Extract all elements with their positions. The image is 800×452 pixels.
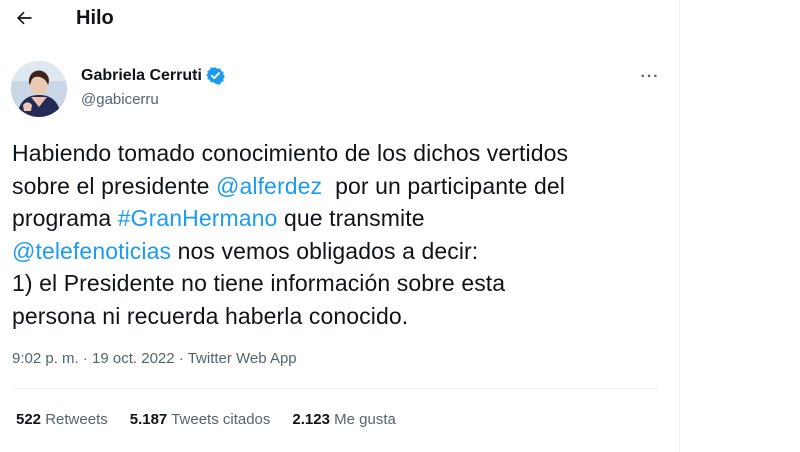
avatar[interactable] [11, 61, 67, 117]
likes-stat[interactable]: 2.123 Me gusta [292, 411, 395, 428]
more-options-button[interactable]: ··· [638, 65, 662, 89]
divider [12, 388, 659, 389]
mention-link[interactable]: @telefenoticias [12, 238, 171, 264]
tweet-line: @telefenoticias nos vemos obligados a de… [12, 235, 672, 268]
author-name[interactable]: Gabriela Cerruti [81, 67, 202, 85]
tweet-source[interactable]: Twitter Web App [188, 350, 297, 367]
retweets-count: 522 [16, 411, 42, 428]
tweet-text-segment: nos vemos obligados a decir: [171, 237, 479, 264]
quotes-label: Tweets citados [171, 411, 271, 428]
tweet-line: sobre el presidente @alferdez por un par… [12, 170, 672, 203]
author-name-row: Gabriela Cerruti [81, 66, 225, 85]
hashtag-link[interactable]: #GranHermano [118, 205, 278, 231]
tweet-stats: 522 Retweets 5.187 Tweets citados 2.123 … [16, 411, 396, 428]
avatar-image [11, 61, 67, 117]
mention-link[interactable]: @alferdez [216, 173, 322, 199]
quote-tweets-stat[interactable]: 5.187 Tweets citados [130, 411, 271, 428]
tweet-author: Gabriela Cerruti @gabicerru ··· [11, 61, 661, 121]
tweet-text: Habiendo tomado conocimiento de los dich… [12, 137, 672, 332]
author-handle[interactable]: @gabicerru [81, 91, 159, 108]
tweet-text-segment: por un participante del [322, 172, 565, 199]
tweet-line: persona ni recuerda haberla conocido. [12, 302, 409, 329]
thread-header: Hilo [0, 0, 679, 40]
meta-separator: · [78, 350, 93, 367]
quotes-count: 5.187 [129, 411, 168, 428]
more-horizontal-icon: ··· [640, 68, 660, 85]
tweet-line: programa #GranHermano que transmite [12, 202, 672, 235]
tweet-text-segment: programa [12, 205, 118, 231]
tweet-date[interactable]: 19 oct. 2022 [92, 350, 175, 367]
retweets-label: Retweets [45, 411, 108, 428]
thread-column: Hilo Gabriela Cerruti @gabicerru ··· Hab… [0, 0, 680, 452]
retweets-stat[interactable]: 522 Retweets [16, 411, 108, 428]
page-title: Hilo [76, 7, 114, 29]
verified-badge-icon [206, 67, 225, 85]
tweet-line: Habiendo tomado conocimiento de los dich… [12, 140, 569, 166]
tweet-line: 1) el Presidente no tiene información so… [12, 270, 506, 296]
back-button[interactable] [12, 6, 36, 30]
arrow-left-icon [17, 11, 32, 25]
likes-label: Me gusta [334, 411, 396, 428]
tweet-metadata: 9:02 p. m. · 19 oct. 2022 · Twitter Web … [12, 350, 297, 367]
tweet-text-segment: que transmite [277, 205, 425, 231]
tweet-time[interactable]: 9:02 p. m. [12, 350, 79, 367]
tweet-text-segment: sobre el presidente [12, 172, 217, 199]
likes-count: 2.123 [292, 411, 330, 428]
meta-separator: · [174, 350, 188, 367]
